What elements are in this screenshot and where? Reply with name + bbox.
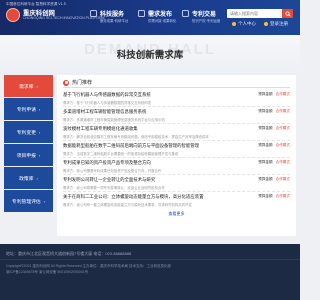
item-title[interactable]: 数据能耗型船舶在数字二维码前后端向前方与平面设备管理的智能管理 — [63, 143, 199, 149]
item-meta: 需求方：当前数字二维码船舶平台需要统一的电源及船舶模组管理开发与集成 — [63, 152, 179, 156]
login-label: 登录注册 — [270, 21, 288, 26]
nav-item-demand[interactable]: 需求发布 — [138, 9, 172, 18]
sidebar-item-label: 需求库 — [19, 84, 34, 90]
site-footer: 地址：重庆市江北区观音桥大道创新园7号楼大厦 电话：023-88888888 C… — [0, 244, 300, 300]
chevron-right-icon: › — [38, 129, 41, 135]
sidebar-item-label: 政策库 — [19, 176, 34, 182]
nav-label: 需求发布 — [148, 12, 173, 18]
service-icon — [90, 10, 97, 17]
item-title[interactable]: 基于飞行机器人与传感器数据的异常交互系统 — [63, 92, 151, 98]
item-tags: 预算金额 合作模式 — [258, 143, 290, 148]
item-tags: 预算金额 合作模式 — [258, 160, 290, 165]
item-tags: 预算金额 合作模式 — [258, 194, 290, 199]
budget-label: 预算金额 — [258, 177, 273, 181]
divider — [63, 123, 290, 124]
nav-item-service[interactable]: 科技服务 — [90, 9, 124, 18]
divider — [63, 140, 290, 141]
nav-label: 科技服务 — [100, 12, 125, 18]
sidebar-item-demand-library[interactable]: 需求库 › — [4, 75, 53, 97]
item-meta: 需求方：基于飞行机器人与传感器数据的异常交互系统研发 — [63, 101, 152, 105]
search-input[interactable] — [227, 11, 279, 16]
chevron-right-icon: › — [43, 198, 46, 204]
sidebar-item-label: 专利变更 — [16, 130, 36, 136]
chevron-right-icon: › — [36, 83, 38, 89]
divider — [63, 191, 290, 192]
item-meta: 需求方：我公司需要专利成果已知投资产品及整合方向，开展合作 — [63, 169, 162, 173]
page-title: 科技创新需求库 — [116, 50, 184, 61]
footer-copyright: Copyright©2021 重庆科创网 All Rights Reserved… — [6, 264, 171, 268]
item-title[interactable]: 多渠道增材工程车辆智能管理信息服务系统 — [63, 109, 146, 115]
mode-label: 合作模式 — [275, 177, 290, 181]
login-link[interactable]: 登录注册 — [264, 21, 288, 27]
item-meta: 需求方：多渠道增材工程车辆智能管理信息服务系统平台与应用示范 — [63, 118, 165, 122]
item-meta: 需求方：我公司现需要一项专利发明转让，欢迎企业及研究机构合作 — [63, 186, 165, 190]
item-tags: 预算金额 合作模式 — [258, 177, 290, 182]
budget-label: 预算金额 — [258, 143, 273, 147]
nav-sub-label: 知识产权·专利运营 — [192, 19, 221, 23]
divider — [63, 87, 290, 88]
demand-icon — [138, 10, 145, 17]
item-tags: 预算金额 合作模式 — [258, 126, 290, 131]
chevron-right-icon: › — [36, 175, 38, 181]
budget-label: 预算金额 — [258, 194, 273, 198]
logo-icon[interactable] — [6, 8, 20, 22]
item-tags: 预算金额 合作模式 — [258, 109, 290, 114]
search-box — [227, 9, 293, 18]
budget-label: 预算金额 — [258, 126, 273, 130]
sidebar-item-label: 专利申请 — [16, 107, 36, 113]
nav-sub-label: 服务成果·科研平台 — [100, 19, 129, 23]
item-title[interactable]: 波纹模材工程车辆专用模组化通道收集 — [63, 126, 138, 132]
nav-item-patent[interactable]: 专利交易 — [182, 9, 216, 18]
mode-label: 合作模式 — [275, 160, 290, 164]
budget-label: 预算金额 — [258, 160, 273, 164]
sidebar-item-policy[interactable]: 政策库 › — [4, 167, 53, 189]
sidebar: 需求库 › 专利申请 › 专利变更 › 项目申报 › 政策库 › 专利管理评估 … — [4, 75, 53, 213]
site-header: 中国首位科研平台 智慧科学资源 V1.5 重庆科创网 CHONGQING SCI… — [0, 0, 300, 35]
sidebar-item-project-apply[interactable]: 项目申报 › — [4, 144, 53, 166]
item-meta: 需求方：解决目前波纹模材工程车辆专用模组问题，使用专用模组技术，提高生产效率及降… — [63, 135, 209, 139]
mode-label: 合作模式 — [275, 92, 290, 96]
divider — [63, 106, 290, 107]
demand-list-panel: 热门推荐 基于飞行机器人与传感器数据的异常交互系统 预算金额 合作模式 需求方：… — [57, 75, 296, 236]
item-tags: 预算金额 合作模式 — [258, 92, 290, 97]
sidebar-item-patent-apply[interactable]: 专利申请 › — [4, 98, 53, 120]
nav-label: 专利交易 — [192, 12, 217, 18]
nav-sub-label: 供需对接·成果转化 — [148, 19, 177, 23]
login-icon — [264, 22, 268, 26]
view-more-link[interactable]: 查看更多 — [57, 211, 296, 217]
user-center-link[interactable]: 个人中心 — [232, 21, 256, 27]
header-top-line: 中国首位科研平台 智慧科学资源 V1.5 — [6, 2, 66, 6]
item-title[interactable]: 关于在商科二工业公司：立体螺旋动态能量立方与模块，高分化适应装置 — [63, 194, 204, 200]
item-title[interactable]: 专利发明公司转让一企业转让的全面技术与研究 — [63, 177, 155, 183]
sidebar-item-label: 项目申报 — [16, 153, 36, 159]
mode-label: 合作模式 — [275, 194, 290, 198]
mode-label: 合作模式 — [275, 143, 290, 147]
page-banner: DEMAND HALL 科技创新需求库 — [0, 35, 300, 75]
user-icon — [232, 22, 236, 26]
search-icon[interactable] — [282, 9, 293, 18]
mode-label: 合作模式 — [275, 126, 290, 130]
chevron-right-icon: › — [38, 152, 41, 158]
budget-label: 预算金额 — [258, 92, 273, 96]
user-center-label: 个人中心 — [238, 21, 256, 26]
item-title[interactable]: 专利成果已知的资产投资产品专项及整合方向 — [63, 160, 151, 166]
mode-label: 合作模式 — [275, 109, 290, 113]
patent-icon — [182, 10, 189, 17]
sidebar-item-patent-eval[interactable]: 专利管理评估 › — [4, 190, 53, 212]
hot-icon — [63, 79, 69, 86]
section-title: 热门推荐 — [72, 80, 93, 86]
footer-icp[interactable]: 渝ICP备12345678号 渝公网安备 50010502000001号 — [6, 270, 88, 275]
budget-label: 预算金额 — [258, 109, 273, 113]
divider — [0, 259, 300, 260]
section-header: 热门推荐 — [63, 79, 92, 86]
footer-address: 地址：重庆市江北区观音桥大道创新园7号楼大厦 电话：023-88888888 — [6, 251, 132, 256]
item-meta: 需求方：我公司有一套立体螺旋动态能量立方与模块技术需求，寻求研究机构共同开发 — [63, 203, 192, 207]
divider — [63, 174, 290, 175]
sidebar-item-patent-change[interactable]: 专利变更 › — [4, 121, 53, 143]
chevron-right-icon: › — [38, 106, 41, 112]
divider — [63, 157, 290, 158]
sidebar-item-label: 专利管理评估 — [11, 199, 41, 205]
